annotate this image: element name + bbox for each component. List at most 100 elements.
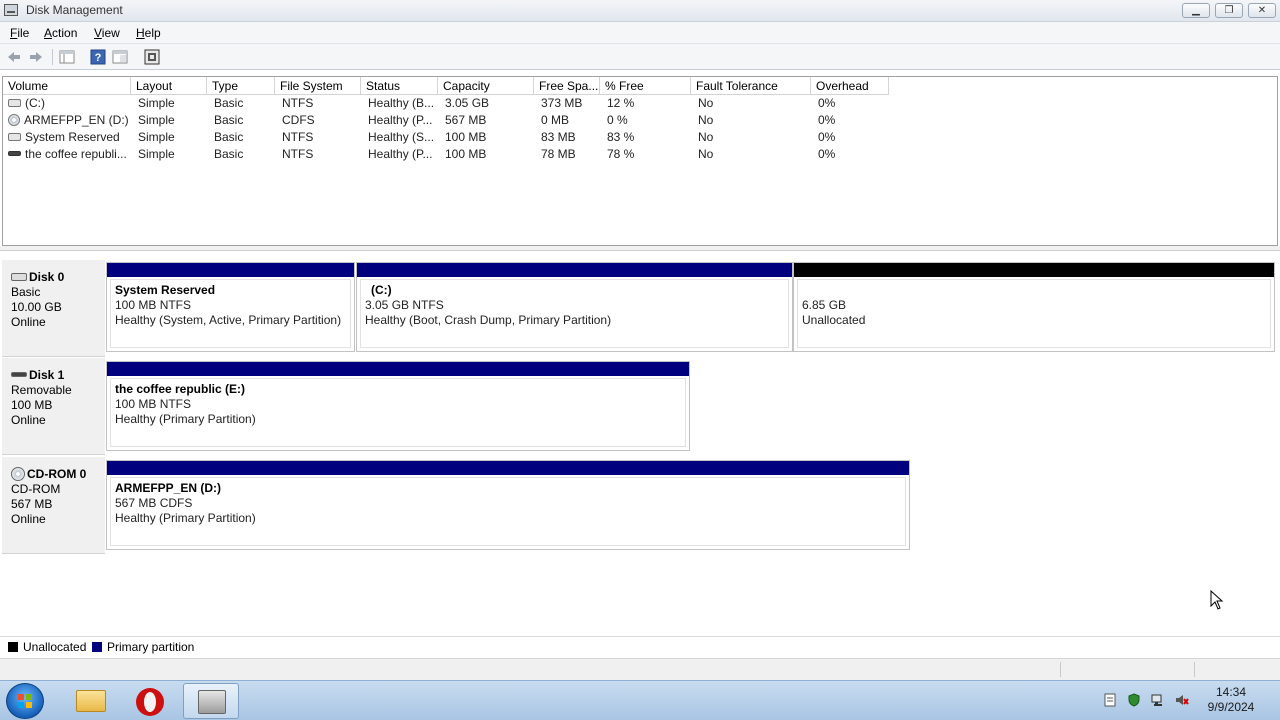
partition-details: 6.85 GB Unallocated bbox=[797, 279, 1271, 348]
column-header-fault-tolerance[interactable]: Fault Tolerance bbox=[691, 77, 811, 95]
disk-state: Online bbox=[11, 512, 46, 526]
mouse-cursor-icon bbox=[1210, 590, 1224, 610]
window-title: Disk Management bbox=[26, 3, 123, 17]
layout-cell: Simple bbox=[138, 96, 175, 110]
unallocated-swatch bbox=[8, 642, 18, 652]
primary-partition-bar bbox=[107, 263, 354, 277]
opera-browser-button[interactable] bbox=[122, 683, 178, 719]
partition-system-reserved[interactable]: System Reserved 100 MB NTFS Healthy (Sys… bbox=[106, 262, 355, 352]
volume-row[interactable]: the coffee republi... Simple Basic NTFS … bbox=[3, 146, 903, 163]
overhead-cell: 0% bbox=[818, 113, 836, 127]
volume-cell: System Reserved bbox=[3, 129, 131, 146]
disk-0-partitions: System Reserved 100 MB NTFS Healthy (Sys… bbox=[105, 254, 1275, 352]
fault-tolerance-cell: No bbox=[698, 96, 714, 110]
partition-size: 100 MB NTFS bbox=[115, 298, 192, 312]
close-button[interactable]: ✕ bbox=[1248, 3, 1276, 18]
column-header-status[interactable]: Status bbox=[361, 77, 438, 95]
partition-size: 100 MB NTFS bbox=[115, 397, 192, 411]
taskbar-clock[interactable]: 14:34 9/9/2024 bbox=[1196, 685, 1266, 715]
partition-details: the coffee republic (E:) 100 MB NTFS Hea… bbox=[110, 378, 686, 447]
pane-splitter[interactable] bbox=[0, 246, 1280, 251]
disk-0-info[interactable]: Disk 0 Basic 10.00 GB Online bbox=[2, 260, 105, 357]
partition-status: Healthy (Boot, Crash Dump, Primary Parti… bbox=[365, 313, 612, 327]
disk-size: 100 MB bbox=[11, 398, 53, 412]
disk-refresh-icon[interactable] bbox=[144, 49, 160, 65]
action-center-icon[interactable] bbox=[1103, 693, 1117, 707]
hard-drive-icon bbox=[8, 132, 21, 141]
column-header-capacity[interactable]: Capacity bbox=[438, 77, 534, 95]
column-header-volume[interactable]: Volume bbox=[3, 77, 131, 95]
partition-c-drive[interactable]: (C:) 3.05 GB NTFS Healthy (Boot, Crash D… bbox=[356, 262, 793, 352]
type-cell: Basic bbox=[214, 113, 244, 127]
column-header-type[interactable]: Type bbox=[207, 77, 275, 95]
disk-size: 567 MB bbox=[11, 497, 53, 511]
volume-cell: ARMEFPP_EN (D:) bbox=[3, 112, 131, 129]
partition-size: 3.05 GB NTFS bbox=[365, 298, 444, 312]
volume-name: ARMEFPP_EN (D:) bbox=[24, 113, 129, 127]
toolbar: ? bbox=[0, 44, 1280, 70]
disk-state: Online bbox=[11, 315, 46, 329]
status-cell: Healthy (P... bbox=[368, 113, 433, 127]
partition-title: (C:) bbox=[371, 283, 392, 297]
partition-status: Healthy (System, Active, Primary Partiti… bbox=[115, 313, 342, 327]
column-header-overhead[interactable]: Overhead bbox=[811, 77, 889, 95]
disk-management-button[interactable] bbox=[183, 683, 239, 719]
legend-unallocated: Unallocated bbox=[23, 640, 87, 654]
start-button[interactable] bbox=[6, 683, 44, 719]
column-header-layout[interactable]: Layout bbox=[131, 77, 207, 95]
file-system-cell: NTFS bbox=[282, 130, 314, 144]
partition-size: 567 MB CDFS bbox=[115, 496, 193, 510]
opera-browser-icon bbox=[136, 688, 164, 716]
disk-1-info[interactable]: Disk 1 Removable 100 MB Online bbox=[2, 358, 105, 455]
volume-row[interactable]: System Reserved Simple Basic NTFS Health… bbox=[3, 129, 903, 146]
forward-arrow-icon[interactable] bbox=[28, 49, 44, 65]
type-cell: Basic bbox=[214, 130, 244, 144]
status-cell: Healthy (P... bbox=[368, 147, 433, 161]
capacity-cell: 100 MB bbox=[445, 147, 487, 161]
partition-details: (C:) 3.05 GB NTFS Healthy (Boot, Crash D… bbox=[360, 279, 789, 348]
partition-unallocated[interactable]: 6.85 GB Unallocated bbox=[793, 262, 1275, 352]
status-cell: Healthy (S... bbox=[368, 130, 435, 144]
network-icon[interactable] bbox=[1151, 693, 1165, 707]
disk-label: Disk 1 bbox=[29, 368, 65, 382]
percent-free-cell: 0 % bbox=[607, 113, 628, 127]
cd-rom-icon bbox=[11, 466, 25, 481]
layout-cell: Simple bbox=[138, 113, 175, 127]
column-header-percent-free[interactable]: % Free bbox=[600, 77, 691, 95]
volume-muted-icon[interactable] bbox=[1175, 693, 1189, 707]
partition-details: System Reserved 100 MB NTFS Healthy (Sys… bbox=[110, 279, 351, 348]
column-header-file-system[interactable]: File System bbox=[275, 77, 361, 95]
menu-file[interactable]: File bbox=[10, 26, 29, 40]
partition-d-drive[interactable]: ARMEFPP_EN (D:) 567 MB CDFS Healthy (Pri… bbox=[106, 460, 910, 550]
minimize-button[interactable]: ▁ bbox=[1182, 3, 1210, 18]
hard-disk-icon bbox=[11, 272, 27, 281]
toolbar-separator bbox=[52, 49, 53, 65]
windows-explorer-button[interactable] bbox=[62, 683, 118, 719]
file-system-cell: NTFS bbox=[282, 96, 314, 110]
free-space-cell: 78 MB bbox=[541, 147, 576, 161]
primary-partition-bar bbox=[357, 263, 792, 277]
free-space-cell: 0 MB bbox=[541, 113, 570, 127]
menu-view[interactable]: View bbox=[94, 26, 120, 40]
column-header-free-space[interactable]: Free Spa... bbox=[534, 77, 600, 95]
volume-row[interactable]: (C:) Simple Basic NTFS Healthy (B... 3.0… bbox=[3, 95, 903, 112]
disk-1-partitions: the coffee republic (E:) 100 MB NTFS Hea… bbox=[105, 353, 695, 451]
back-arrow-icon[interactable] bbox=[6, 49, 22, 65]
cdrom-0-info[interactable]: CD-ROM 0 CD-ROM 567 MB Online bbox=[2, 457, 105, 554]
type-cell: Basic bbox=[214, 147, 244, 161]
status-separator bbox=[1060, 662, 1061, 677]
show-hide-tree-icon[interactable] bbox=[59, 49, 75, 65]
disk-kind: Basic bbox=[11, 285, 41, 299]
maximize-button[interactable]: ❐ bbox=[1215, 3, 1243, 18]
volume-row[interactable]: ARMEFPP_EN (D:) Simple Basic CDFS Health… bbox=[3, 112, 903, 129]
properties-icon[interactable] bbox=[112, 49, 128, 65]
partition-e-drive[interactable]: the coffee republic (E:) 100 MB NTFS Hea… bbox=[106, 361, 690, 451]
menu-help[interactable]: Help bbox=[136, 26, 161, 40]
help-icon[interactable]: ? bbox=[90, 49, 106, 65]
security-icon[interactable] bbox=[1127, 693, 1141, 707]
fault-tolerance-cell: No bbox=[698, 113, 714, 127]
partition-status: Unallocated bbox=[802, 313, 866, 327]
menu-action[interactable]: Action bbox=[44, 26, 77, 40]
usb-drive-icon bbox=[8, 151, 21, 157]
volume-name: (C:) bbox=[25, 96, 45, 110]
